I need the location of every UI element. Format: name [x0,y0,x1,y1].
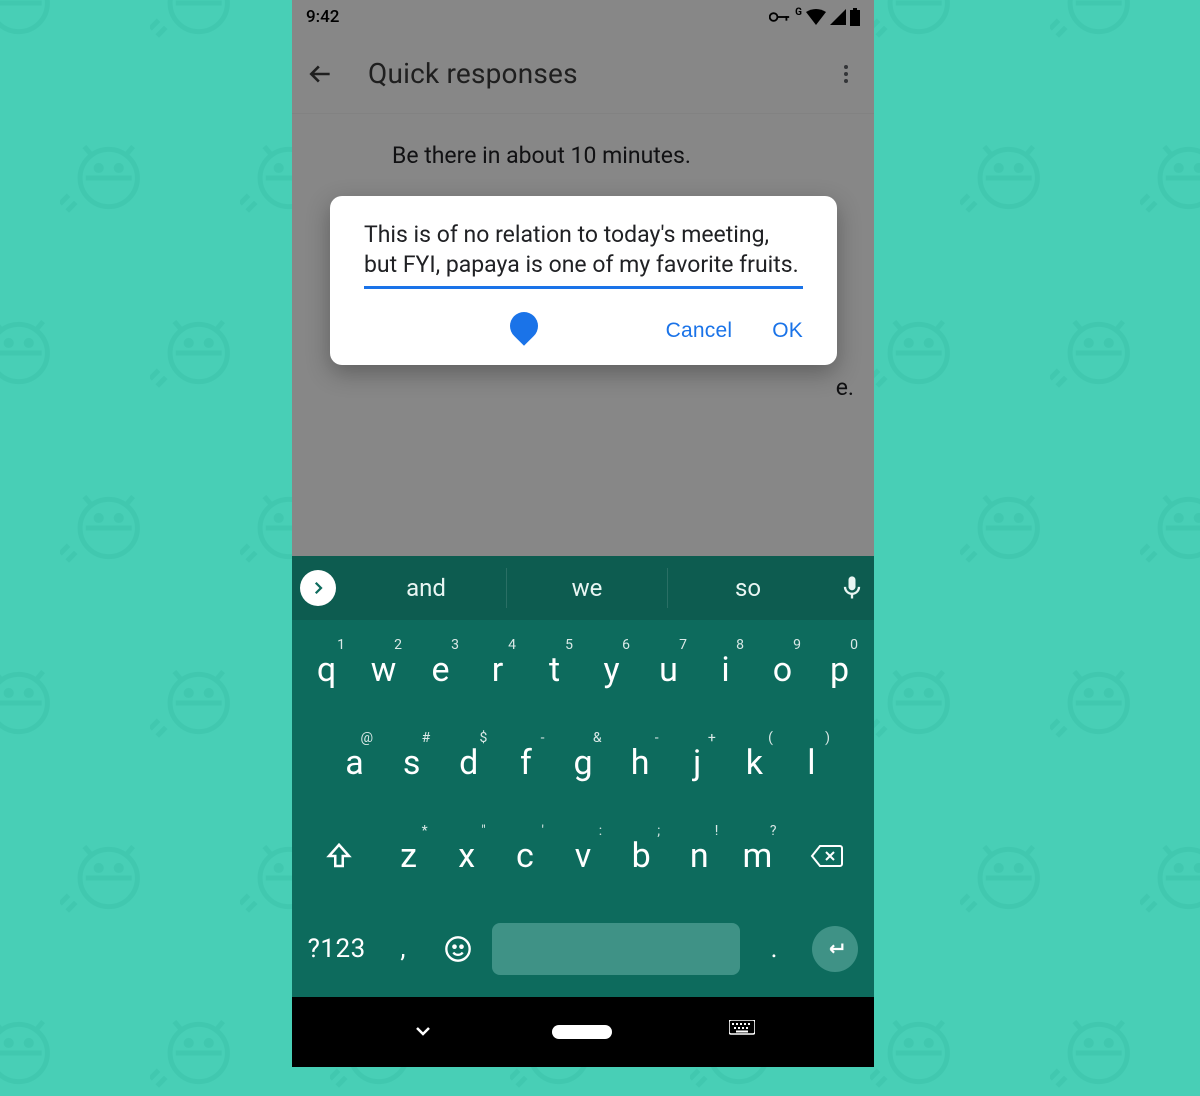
key-d[interactable]: d$ [440,728,497,798]
backspace-key[interactable] [787,821,868,891]
key-o[interactable]: o9 [754,635,811,705]
key-n[interactable]: n! [670,821,728,891]
key-g[interactable]: g& [554,728,611,798]
dialog-text-input[interactable]: This is of no relation to today's meetin… [364,220,803,286]
suggestion-2[interactable]: we [507,568,668,608]
navigation-bar [292,997,874,1067]
key-x[interactable]: x" [438,821,496,891]
nav-ime-switch-icon[interactable] [729,1020,755,1044]
key-a[interactable]: a@ [326,728,383,798]
ok-button[interactable]: OK [772,319,803,343]
key-v[interactable]: v: [554,821,612,891]
key-e[interactable]: e3 [412,635,469,705]
key-m[interactable]: m? [728,821,786,891]
nav-back-icon[interactable] [411,1018,435,1046]
shift-key[interactable] [298,821,379,891]
key-l[interactable]: l) [783,728,840,798]
nav-home-pill[interactable] [552,1025,612,1039]
comma-key[interactable]: , [375,914,430,984]
key-t[interactable]: t5 [526,635,583,705]
key-c[interactable]: c' [496,821,554,891]
key-w[interactable]: w2 [355,635,412,705]
cancel-button[interactable]: Cancel [666,319,733,343]
key-j[interactable]: j+ [669,728,726,798]
enter-key[interactable] [802,914,868,984]
key-b[interactable]: b; [612,821,670,891]
suggestion-3[interactable]: so [668,568,828,608]
on-screen-keyboard: and we so q1w2e3r4t5y6u7i8o9p0 a@s#d$f-g… [292,556,874,997]
phone-screen: 9:42 G Quick responses Be there in about… [292,0,874,1067]
key-u[interactable]: u7 [640,635,697,705]
key-h[interactable]: h- [612,728,669,798]
key-p[interactable]: p0 [811,635,868,705]
key-q[interactable]: q1 [298,635,355,705]
symbols-key[interactable]: ?123 [298,914,375,984]
phone-frame: 9:42 G Quick responses Be there in about… [292,0,874,1067]
key-z[interactable]: z* [379,821,437,891]
suggestion-bar: and we so [292,556,874,620]
input-underline [364,286,803,289]
key-s[interactable]: s# [383,728,440,798]
emoji-key[interactable] [431,914,486,984]
expand-suggestions-icon[interactable] [300,570,336,606]
mic-icon[interactable] [838,574,866,602]
key-f[interactable]: f- [497,728,554,798]
suggestion-1[interactable]: and [346,568,507,608]
key-y[interactable]: y6 [583,635,640,705]
key-k[interactable]: k( [726,728,783,798]
key-i[interactable]: i8 [697,635,754,705]
spacebar-key[interactable] [492,923,741,975]
period-key[interactable]: . [746,914,801,984]
key-r[interactable]: r4 [469,635,526,705]
edit-response-dialog: This is of no relation to today's meetin… [330,196,837,365]
